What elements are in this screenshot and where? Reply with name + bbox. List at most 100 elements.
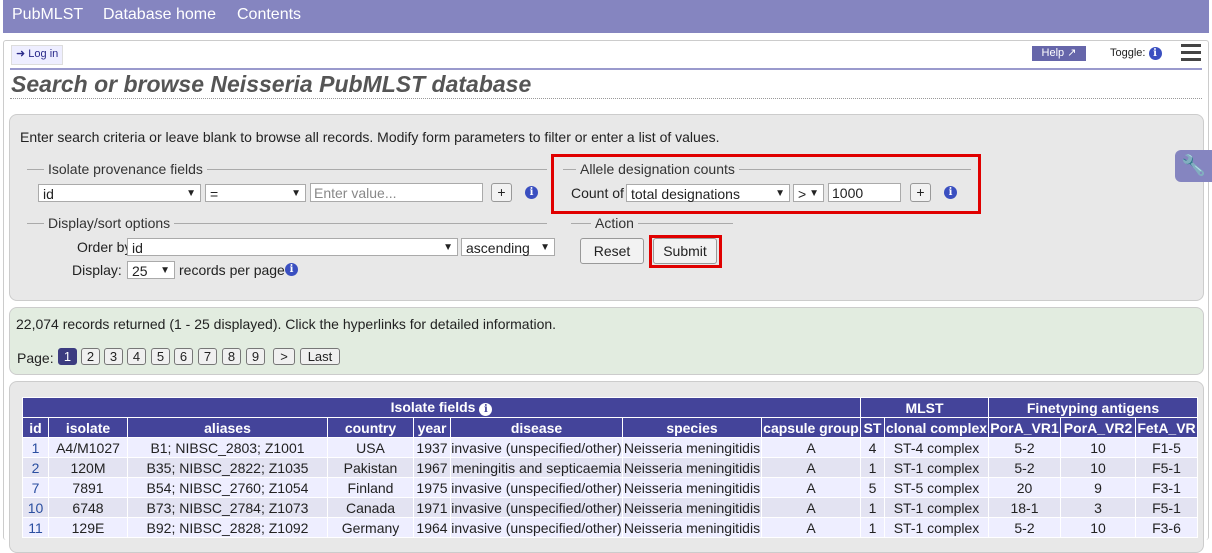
next-page-button[interactable]: > xyxy=(273,348,295,365)
table-header-row: id isolate aliases country year disease … xyxy=(22,417,1198,438)
pagination-label: Page: xyxy=(17,350,54,366)
column-header[interactable]: isolate xyxy=(48,417,128,438)
column-header[interactable]: PorA_VR2 xyxy=(1060,417,1136,438)
page-button[interactable]: 5 xyxy=(151,348,170,365)
page-button[interactable]: 9 xyxy=(246,348,265,365)
table-cell: 1 xyxy=(860,457,885,478)
login-label: Log in xyxy=(28,48,59,60)
table-cell: ST-4 complex xyxy=(884,437,989,458)
table-cell: Neisseria meningitidis xyxy=(622,497,762,518)
table-cell: Pakistan xyxy=(327,457,414,478)
record-link[interactable]: 11 xyxy=(28,520,43,536)
info-icon[interactable]: i xyxy=(479,403,493,416)
table-cell: 5-2 xyxy=(988,517,1061,538)
column-header[interactable]: year xyxy=(413,417,451,438)
column-header[interactable]: PorA_VR1 xyxy=(988,417,1061,438)
column-header[interactable]: FetA_VR xyxy=(1135,417,1198,438)
table-cell: B1; NIBSC_2803; Z1001 xyxy=(127,437,328,458)
records-per-page-select[interactable]: 25 ▼ xyxy=(127,261,175,279)
help-button[interactable]: Help ↗ xyxy=(1032,46,1086,61)
page-button[interactable]: 3 xyxy=(104,348,123,365)
intro-text: Enter search criteria or leave blank to … xyxy=(20,129,720,145)
toggle-control[interactable]: Toggle: i xyxy=(1110,47,1162,60)
table-cell: Neisseria meningitidis xyxy=(622,477,762,498)
nav-link-database-home[interactable]: Database home xyxy=(103,6,216,24)
column-header[interactable]: id xyxy=(22,417,49,438)
page-button[interactable]: 2 xyxy=(81,348,100,365)
table-row: 10 6748 B73; NIBSC_2784; Z1073 Canada 1971 in… xyxy=(22,497,1198,518)
record-link[interactable]: 2 xyxy=(32,460,40,476)
page-button[interactable]: 8 xyxy=(222,348,241,365)
table-cell: A xyxy=(761,477,861,498)
records-per-page-value: 25 xyxy=(132,263,148,279)
table-cell: ST-1 complex xyxy=(884,457,989,478)
table-row: 7 7891 B54; NIBSC_2760; Z1054 Finland 1975 in… xyxy=(22,477,1198,498)
table-cell: 129E xyxy=(48,517,128,538)
table-cell: F5-1 xyxy=(1135,497,1198,518)
wrench-icon[interactable]: 🔧 xyxy=(1175,150,1212,182)
column-header[interactable]: disease xyxy=(450,417,623,438)
info-icon[interactable]: i xyxy=(285,263,298,276)
hamburger-menu-icon[interactable] xyxy=(1181,44,1201,65)
highlight-box xyxy=(649,235,722,268)
page-button[interactable]: 6 xyxy=(174,348,193,365)
results-count-text: 22,074 records returned (1 - 25 displaye… xyxy=(16,316,557,332)
record-link[interactable]: 7 xyxy=(32,480,40,496)
nav-link-contents[interactable]: Contents xyxy=(237,6,301,24)
column-header[interactable]: species xyxy=(622,417,762,438)
provenance-operator-value: = xyxy=(210,186,219,202)
column-header[interactable]: country xyxy=(327,417,414,438)
column-header[interactable]: clonal complex xyxy=(884,417,989,438)
chevron-down-icon: ▼ xyxy=(186,188,196,199)
table-cell: B73; NIBSC_2784; Z1073 xyxy=(127,497,328,518)
table-cell: A xyxy=(761,517,861,538)
table-cell: Neisseria meningitidis xyxy=(622,457,762,478)
table-cell: 11 xyxy=(22,517,49,538)
table-cell: 3 xyxy=(1060,497,1136,518)
group-header-mlst: MLST xyxy=(860,397,989,418)
column-header[interactable]: ST xyxy=(860,417,885,438)
column-header[interactable]: aliases xyxy=(127,417,328,438)
table-cell: A xyxy=(761,437,861,458)
add-provenance-field-button[interactable]: + xyxy=(491,183,512,202)
table-cell: F3-1 xyxy=(1135,477,1198,498)
sort-direction-select[interactable]: ascending ▼ xyxy=(461,238,555,256)
page-button[interactable]: 4 xyxy=(127,348,146,365)
order-by-select[interactable]: id ▼ xyxy=(127,238,458,256)
table-cell: invasive (unspecified/other) xyxy=(450,437,623,458)
table-cell: 7 xyxy=(22,477,49,498)
table-cell: 1937 xyxy=(413,437,451,458)
provenance-field-select[interactable]: id ▼ xyxy=(38,184,201,202)
info-icon[interactable]: i xyxy=(525,186,538,199)
chevron-down-icon: ▼ xyxy=(291,188,301,199)
nav-link-pubmlst[interactable]: PubMLST xyxy=(12,6,83,24)
table-cell: 5-2 xyxy=(988,457,1061,478)
title-underline xyxy=(10,98,1202,99)
table-cell: 1 xyxy=(860,497,885,518)
highlight-box xyxy=(551,154,981,214)
order-by-value: id xyxy=(132,240,143,256)
column-header[interactable]: capsule group xyxy=(761,417,861,438)
record-link[interactable]: 1 xyxy=(32,440,40,456)
table-cell: USA xyxy=(327,437,414,458)
provenance-legend: Isolate provenance fields xyxy=(44,161,207,177)
table-cell: 10 xyxy=(1060,457,1136,478)
provenance-value-input[interactable]: Enter value... xyxy=(310,183,483,202)
last-page-button[interactable]: Last xyxy=(300,348,340,365)
login-button[interactable]: ➜ Log in xyxy=(11,45,64,65)
provenance-operator-select[interactable]: = ▼ xyxy=(205,184,306,202)
info-icon[interactable]: i xyxy=(1148,47,1162,60)
page-button[interactable]: 7 xyxy=(198,348,217,365)
table-cell: invasive (unspecified/other) xyxy=(450,517,623,538)
table-cell: 10 xyxy=(22,497,49,518)
table-cell: F3-6 xyxy=(1135,517,1198,538)
page-button-current[interactable]: 1 xyxy=(58,348,77,365)
table-cell: meningitis and septicaemia xyxy=(450,457,623,478)
chevron-down-icon: ▼ xyxy=(443,242,453,253)
table-cell: invasive (unspecified/other) xyxy=(450,497,623,518)
table-cell: Canada xyxy=(327,497,414,518)
provenance-field-value: id xyxy=(43,186,54,202)
reset-button[interactable]: Reset xyxy=(580,238,644,264)
record-link[interactable]: 10 xyxy=(28,500,44,516)
help-label: Help xyxy=(1041,47,1065,59)
